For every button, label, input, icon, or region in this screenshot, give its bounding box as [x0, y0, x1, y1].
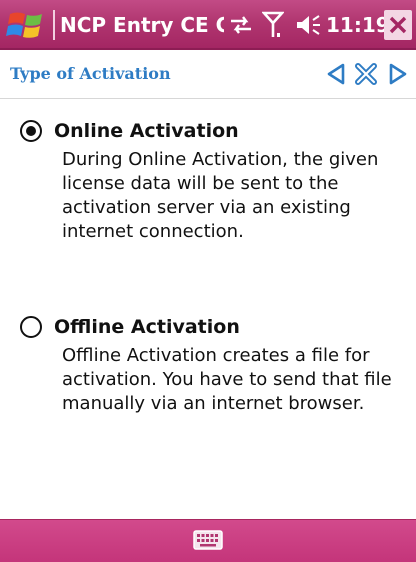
radio-offline-activation[interactable] [20, 316, 42, 338]
radio-selected-dot [26, 126, 36, 136]
option-description: During Online Activation, the given lice… [62, 149, 379, 242]
dialog-header: Type of Activation [0, 50, 416, 99]
windows-flag-icon[interactable] [6, 8, 50, 42]
page-title: Type of Activation [10, 64, 171, 83]
radio-online-activation[interactable] [20, 120, 42, 142]
signal-antenna-icon[interactable] [262, 10, 284, 40]
app-title: NCP Entry CE Cl [60, 13, 224, 37]
triangle-left-icon[interactable] [324, 62, 348, 86]
menu-bar [0, 519, 416, 562]
title-separator [53, 10, 55, 40]
close-x-icon [389, 16, 407, 34]
triangle-right-icon[interactable] [386, 62, 410, 86]
keyboard-icon[interactable] [193, 529, 223, 551]
clock[interactable]: 11:19 [326, 12, 390, 38]
close-button[interactable] [384, 10, 412, 40]
option-description: Offline Activation creates a file for ac… [62, 345, 392, 414]
sync-arrows-icon[interactable] [228, 12, 254, 38]
x-icon[interactable] [352, 62, 380, 86]
option-label[interactable]: Offline Activation [54, 314, 240, 340]
title-bar: NCP Entry CE Cl 11:19 [0, 0, 416, 50]
speaker-volume-icon[interactable] [294, 12, 322, 38]
option-label[interactable]: Online Activation [54, 118, 239, 144]
